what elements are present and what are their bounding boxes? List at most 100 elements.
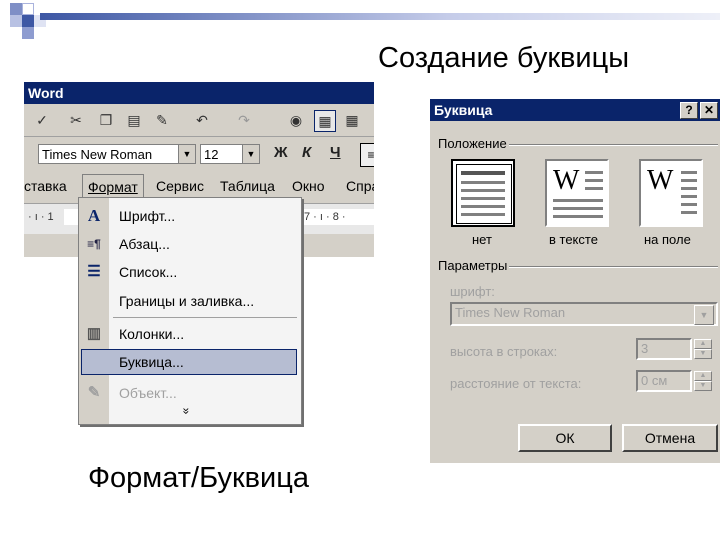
undo-icon[interactable]: ↶ — [192, 110, 212, 130]
text-line — [681, 195, 697, 198]
text-line — [681, 171, 697, 174]
dialog-title: Буквица — [430, 99, 720, 121]
text-line — [585, 187, 603, 190]
text-line — [461, 181, 505, 184]
font-icon: A — [87, 206, 101, 225]
font-name-value: Times New Roman — [42, 147, 153, 162]
text-line — [585, 179, 603, 182]
menu-item-label: Границы и заливка... — [119, 293, 255, 309]
text-line — [461, 213, 505, 216]
text-line — [461, 197, 505, 200]
menu-format[interactable]: Формат — [82, 174, 144, 199]
height-spinner[interactable]: ▲ ▼ — [694, 339, 712, 359]
distance-spinner[interactable]: ▲ ▼ — [694, 371, 712, 391]
slide-decoration — [0, 0, 720, 40]
object-icon: ✎ — [87, 384, 101, 401]
position-intext-option[interactable]: W — [545, 159, 609, 227]
menu-item-borders[interactable]: Границы и заливка... — [79, 287, 301, 315]
menu-separator — [113, 317, 297, 318]
chevron-down-icon[interactable]: ▼ — [178, 145, 195, 163]
position-margin-option[interactable]: W — [639, 159, 703, 227]
text-line — [681, 211, 697, 214]
cancel-button[interactable]: Отмена — [622, 424, 718, 452]
menu-item-object[interactable]: ✎ Объект... — [79, 379, 301, 407]
distance-input[interactable]: 0 см — [636, 370, 692, 392]
menu-item-label: Шрифт... — [119, 208, 176, 224]
height-input[interactable]: 3 — [636, 338, 692, 360]
font-name-select[interactable]: Times New Roman ▼ — [38, 144, 196, 164]
params-group-label: Параметры — [436, 258, 510, 273]
drop-letter: W — [553, 165, 580, 196]
menu-item-label: Колонки... — [119, 326, 185, 342]
underline-button[interactable]: Ч — [330, 144, 341, 161]
text-line — [681, 187, 697, 190]
bold-button[interactable]: Ж — [274, 144, 288, 161]
menu-item-label: Абзац... — [119, 236, 170, 252]
position-none-option[interactable] — [451, 159, 515, 227]
menu-tools[interactable]: Сервис — [156, 174, 204, 198]
position-group-label: Положение — [436, 136, 509, 151]
deco-square — [10, 3, 22, 15]
deco-square — [22, 3, 34, 15]
distance-label: расстояние от текста: — [450, 376, 582, 391]
menu-item-label: Список... — [119, 264, 178, 280]
table-draw-icon[interactable]: ▦ — [314, 110, 336, 132]
italic-button[interactable]: К — [302, 144, 311, 161]
menu-item-font[interactable]: A Шрифт... — [79, 202, 301, 230]
dropcap-font-select[interactable]: Times New Roman ▼ — [450, 302, 718, 326]
close-button[interactable]: ✕ — [700, 102, 718, 119]
format-painter-icon[interactable]: ✎ — [152, 110, 172, 130]
text-line — [553, 207, 603, 210]
height-label: высота в строках: — [450, 344, 558, 359]
paragraph-icon: ≡¶ — [87, 237, 101, 251]
expand-menu-icon[interactable]: » — [179, 408, 193, 415]
redo-icon[interactable]: ↷ — [234, 110, 254, 130]
font-label: шрифт: — [450, 284, 495, 299]
slide-caption: Формат/Буквица — [88, 462, 309, 494]
font-size-select[interactable]: 12 ▼ — [200, 144, 260, 164]
font-size-value: 12 — [204, 147, 219, 162]
text-line — [681, 203, 697, 206]
word-titlebar: Word — [24, 82, 374, 104]
menu-item-paragraph[interactable]: ≡¶ Абзац... — [79, 230, 301, 258]
ruler-right-text: 7 · ı · 8 · — [304, 211, 346, 223]
text-line — [681, 179, 697, 182]
menu-item-label: Объект... — [119, 385, 177, 401]
chevron-down-icon[interactable]: ▼ — [694, 305, 714, 325]
deco-line — [40, 13, 720, 20]
menu-insert[interactable]: ставка — [24, 174, 67, 198]
text-line — [461, 205, 505, 208]
ok-button[interactable]: ОК — [518, 424, 612, 452]
menu-item-list[interactable]: ☰ Список... — [79, 258, 301, 286]
chevron-down-icon[interactable]: ▼ — [242, 145, 259, 163]
standard-toolbar: ✓ ✂ ❐ ▤ ✎ ↶ ↷ ◉ ▦ ▦ — [24, 104, 374, 137]
position-margin-label: на поле — [644, 232, 691, 247]
insert-table-icon[interactable]: ▦ — [342, 110, 362, 130]
deco-square — [22, 27, 34, 39]
text-line — [553, 199, 603, 202]
position-none-label: нет — [472, 232, 492, 247]
deco-square — [22, 15, 34, 27]
copy-icon[interactable]: ❐ — [96, 110, 116, 130]
globe-icon[interactable]: ◉ — [286, 110, 306, 130]
align-left-icon[interactable]: ≡ — [360, 143, 374, 167]
dropcap-dialog: Буквица ? ✕ Положение Параметры шрифт: T… — [430, 99, 720, 463]
height-value: 3 — [641, 341, 649, 356]
dropcap-font-value: Times New Roman — [455, 305, 566, 320]
menu-item-dropcap[interactable]: Буквица... — [79, 348, 301, 376]
spellcheck-icon[interactable]: ✓ — [32, 110, 52, 130]
menu-window[interactable]: Окно — [292, 174, 325, 198]
ruler-left-text: · ı · 1 — [28, 211, 54, 223]
paste-icon[interactable]: ▤ — [124, 110, 144, 130]
menu-help[interactable]: Спра — [346, 174, 374, 198]
slide-title: Создание буквицы — [378, 42, 630, 74]
list-icon: ☰ — [87, 263, 101, 280]
help-button[interactable]: ? — [680, 102, 698, 119]
cut-icon[interactable]: ✂ — [66, 110, 86, 130]
text-line — [461, 171, 505, 175]
menubar: ставка Формат Сервис Таблица Окно Спра — [24, 174, 374, 199]
formatting-toolbar: Times New Roman ▼ 12 ▼ Ж К Ч ≡ — [24, 140, 374, 170]
menu-table[interactable]: Таблица — [220, 174, 275, 198]
menu-item-columns[interactable]: ▥ Колонки... — [79, 320, 301, 348]
format-menu: A Шрифт... ≡¶ Абзац... ☰ Список... Грани… — [78, 197, 302, 425]
